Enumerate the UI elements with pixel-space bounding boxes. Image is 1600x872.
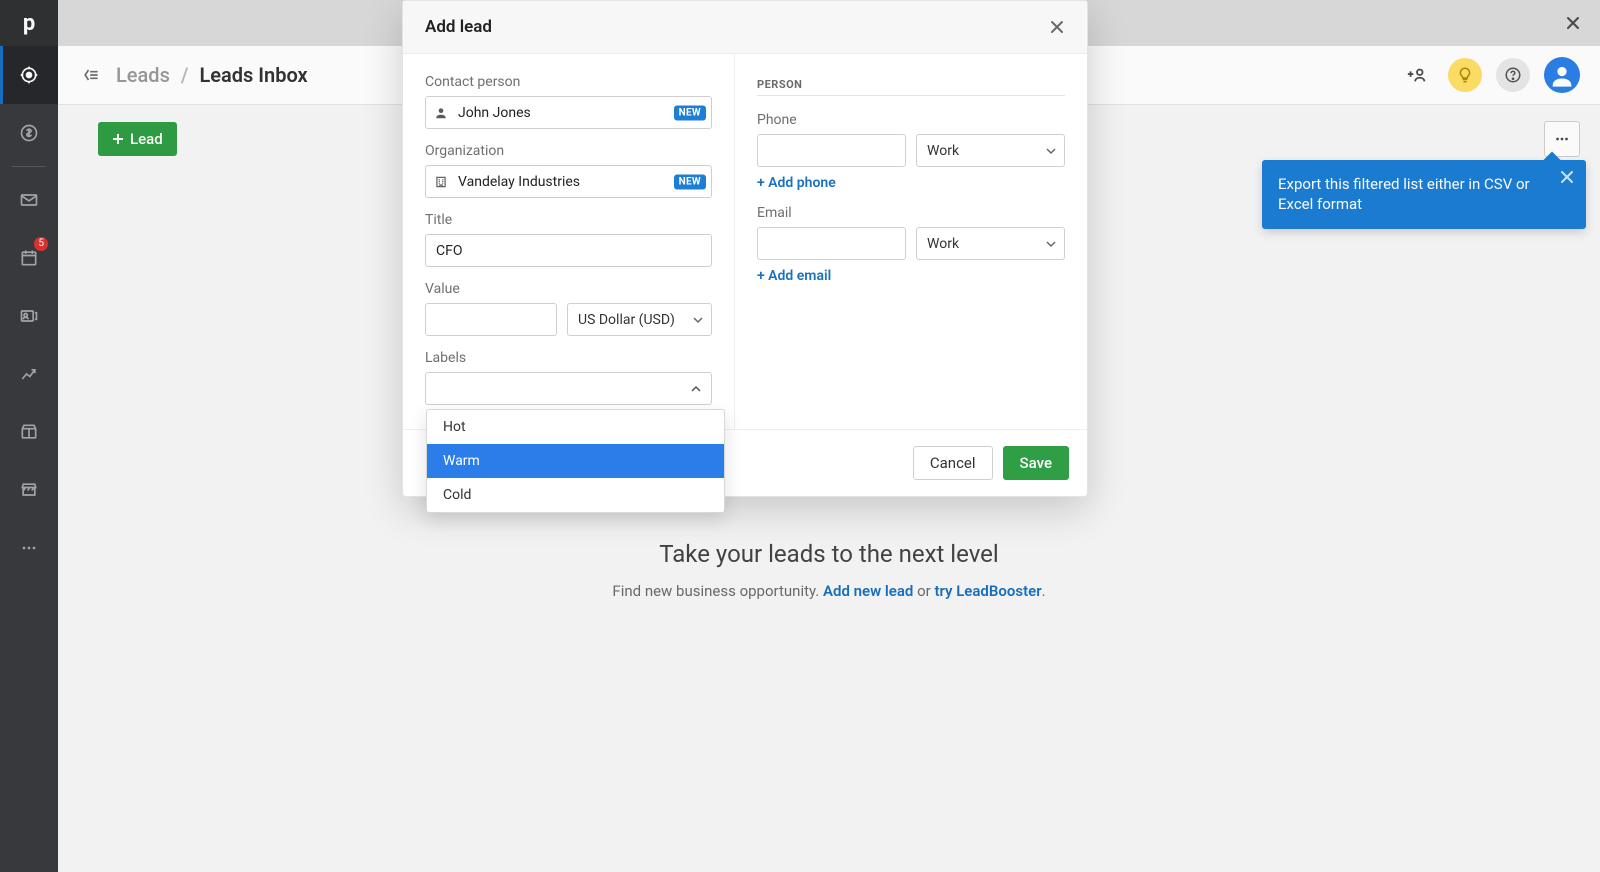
labels-field: Labels Hot Warm Cold — [425, 350, 712, 405]
save-button[interactable]: Save — [1003, 446, 1069, 480]
building-icon — [434, 175, 448, 189]
email-input[interactable] — [757, 227, 906, 260]
currency-selected: US Dollar (USD) — [578, 312, 675, 328]
currency-select[interactable]: US Dollar (USD) — [567, 303, 712, 336]
add-lead-modal: Add lead Contact person NEW Organization… — [402, 0, 1088, 497]
person-section-title: PERSON — [757, 78, 1065, 96]
modal-close-icon[interactable] — [1049, 19, 1065, 35]
labels-dropdown: Hot Warm Cold — [426, 409, 725, 513]
value-field: Value US Dollar (USD) — [425, 281, 712, 336]
new-badge: NEW — [674, 105, 706, 120]
contact-person-input-wrap: NEW — [425, 96, 712, 129]
label-option-cold[interactable]: Cold — [427, 478, 724, 512]
title-field: Title — [425, 212, 712, 267]
contact-person-field: Contact person NEW — [425, 74, 712, 129]
chevron-down-icon — [1046, 146, 1056, 156]
organization-input[interactable] — [425, 165, 712, 198]
organization-input-wrap: NEW — [425, 165, 712, 198]
email-label: Email — [757, 205, 1065, 221]
label-option-warm[interactable]: Warm — [427, 444, 724, 478]
value-input[interactable] — [425, 303, 557, 336]
modal-left-col: Contact person NEW Organization NEW Titl… — [403, 54, 735, 429]
phone-type-select[interactable]: Work — [916, 134, 1065, 167]
labels-label: Labels — [425, 350, 712, 366]
phone-field: Phone Work + Add phone — [757, 112, 1065, 191]
phone-label: Phone — [757, 112, 1065, 128]
modal-right-col: PERSON Phone Work + Add phone Email — [735, 54, 1087, 429]
phone-input[interactable] — [757, 134, 906, 167]
organization-field: Organization NEW — [425, 143, 712, 198]
title-label: Title — [425, 212, 712, 228]
add-phone-link[interactable]: + Add phone — [757, 175, 836, 191]
organization-label: Organization — [425, 143, 712, 159]
chevron-up-icon — [691, 384, 701, 394]
email-field: Email Work + Add email — [757, 205, 1065, 284]
modal-title: Add lead — [425, 17, 492, 37]
email-type-select[interactable]: Work — [916, 227, 1065, 260]
title-input[interactable] — [425, 234, 712, 267]
person-icon — [434, 106, 448, 120]
contact-person-input[interactable] — [425, 96, 712, 129]
email-type-selected: Work — [927, 236, 959, 252]
add-email-link[interactable]: + Add email — [757, 268, 831, 284]
modal-header: Add lead — [403, 1, 1087, 54]
modal-body: Contact person NEW Organization NEW Titl… — [403, 54, 1087, 429]
chevron-down-icon — [693, 315, 703, 325]
cancel-button[interactable]: Cancel — [913, 446, 993, 480]
labels-select[interactable]: Hot Warm Cold — [425, 372, 712, 405]
phone-type-selected: Work — [927, 143, 959, 159]
chevron-down-icon — [1046, 239, 1056, 249]
contact-person-label: Contact person — [425, 74, 712, 90]
new-badge: NEW — [674, 174, 706, 189]
label-option-hot[interactable]: Hot — [427, 410, 724, 444]
value-label: Value — [425, 281, 712, 297]
